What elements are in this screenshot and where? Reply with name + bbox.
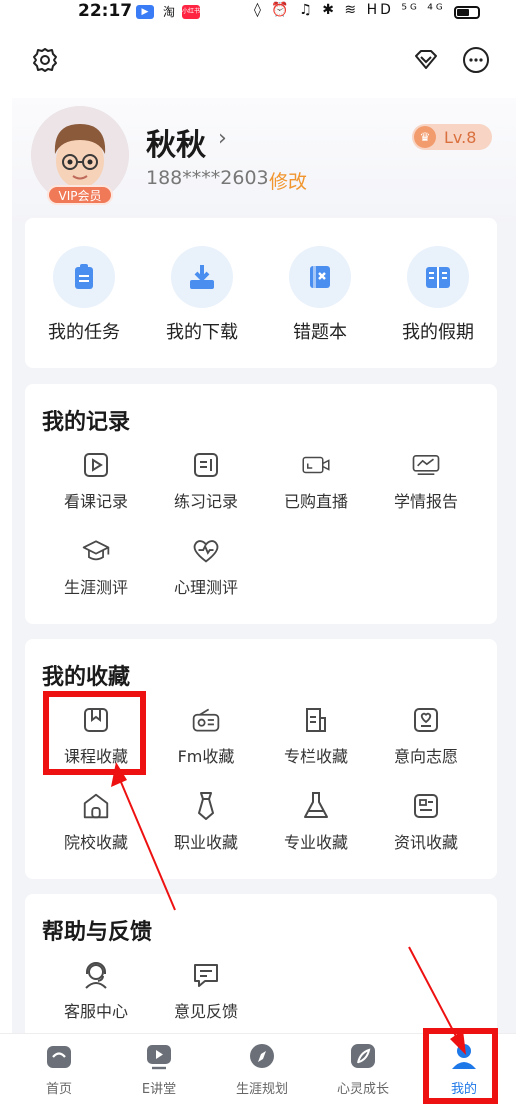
grid-label: 意见反馈 <box>173 1002 238 1021</box>
grid-label: 专栏收藏 <box>283 747 348 766</box>
tab-label: 心灵成长 <box>336 1082 389 1097</box>
grid-label: Fm收藏 <box>177 747 235 766</box>
help-item-feedback[interactable]: 意见反馈 <box>151 960 261 1022</box>
settings-gear-icon[interactable] <box>30 45 60 75</box>
grid-label: 专业收藏 <box>283 833 348 852</box>
grid-label: 心理测评 <box>173 578 238 597</box>
tie-icon <box>191 791 221 821</box>
quick-item-tasks[interactable]: 我的任务 <box>29 246 139 344</box>
school-icon <box>81 791 111 821</box>
battery-icon <box>454 6 480 19</box>
app-notification-icon: ▶ <box>136 5 154 19</box>
course-favorites-highlight <box>43 691 146 775</box>
chevron-right-icon[interactable]: › <box>218 126 227 151</box>
tab-e-lecture[interactable]: E讲堂 <box>109 1042 209 1097</box>
quick-label: 我的假期 <box>402 322 474 343</box>
records-item-career-test[interactable]: 生涯测评 <box>41 536 151 598</box>
vip-badge: VIP会员 <box>47 185 113 205</box>
tab-label: E讲堂 <box>141 1082 177 1097</box>
status-indicators: ◊ ⏰ ♫ ✱ ≋ HD ⁵ᴳ ⁴ᴳ <box>254 2 446 18</box>
holiday-book-icon <box>407 246 469 308</box>
grid-label: 客服中心 <box>63 1002 128 1021</box>
records-item-psych-test[interactable]: 心理测评 <box>151 536 261 598</box>
flask-icon <box>301 791 331 821</box>
tab-home[interactable]: 首页 <box>9 1042 109 1097</box>
records-item-purchased-live[interactable]: 已购直播 <box>261 450 371 512</box>
feedback-icon <box>191 960 221 990</box>
clipboard-icon <box>53 246 115 308</box>
xiaohongshu-notification-icon: 小红书 <box>182 5 200 19</box>
records-card: 我的记录 看课记录 练习记录 已购直播 学情报告 生涯测评 心理测评 <box>25 384 497 624</box>
heart-frame-icon <box>411 705 441 735</box>
grid-label: 学情报告 <box>393 492 458 511</box>
favorites-item-major[interactable]: 专业收藏 <box>261 791 371 853</box>
favorites-title: 我的收藏 <box>42 665 131 690</box>
news-icon <box>411 791 441 821</box>
message-bubble-icon[interactable] <box>461 45 491 75</box>
tab-label: 首页 <box>45 1082 72 1097</box>
live-camera-icon <box>301 450 331 480</box>
records-item-study-report[interactable]: 学情报告 <box>371 450 481 512</box>
leaf-icon <box>349 1042 377 1070</box>
favorites-item-column[interactable]: 专栏收藏 <box>261 705 371 767</box>
grid-label: 意向志愿 <box>393 747 458 766</box>
records-item-watch-history[interactable]: 看课记录 <box>41 450 151 512</box>
practice-icon <box>191 450 221 480</box>
home-icon <box>45 1042 73 1070</box>
tab-career-plan[interactable]: 生涯规划 <box>212 1042 312 1097</box>
help-title: 帮助与反馈 <box>42 920 153 945</box>
taobao-notification-icon: 淘 <box>162 5 175 19</box>
quick-item-holiday[interactable]: 我的假期 <box>383 246 493 344</box>
help-card: 帮助与反馈 客服中心 意见反馈 <box>25 894 497 1033</box>
grid-label: 已购直播 <box>283 492 348 511</box>
grid-label: 看课记录 <box>63 492 128 511</box>
wrong-book-icon <box>289 246 351 308</box>
grid-label: 资讯收藏 <box>393 833 458 852</box>
tab-label: 生涯规划 <box>235 1082 288 1097</box>
level-text: Lv.8 <box>444 127 477 147</box>
mine-tab-highlight <box>423 1028 498 1104</box>
records-title: 我的记录 <box>42 410 131 435</box>
status-time: 22:17 <box>78 1 133 21</box>
grid-label: 练习记录 <box>173 492 238 511</box>
favorites-item-career[interactable]: 职业收藏 <box>151 791 261 853</box>
favorites-item-school[interactable]: 院校收藏 <box>41 791 151 853</box>
favorites-item-intention[interactable]: 意向志愿 <box>371 705 481 767</box>
quick-actions-card: 我的任务 我的下载 错题本 我的假期 <box>25 218 497 368</box>
tab-mind-growth[interactable]: 心灵成长 <box>313 1042 413 1097</box>
diamond-vip-icon[interactable] <box>411 45 441 75</box>
grid-label: 生涯测评 <box>63 578 128 597</box>
graduation-cap-icon <box>81 536 111 566</box>
modify-link[interactable]: 修改 <box>269 167 307 194</box>
help-item-service[interactable]: 客服中心 <box>41 960 151 1022</box>
grid-label: 院校收藏 <box>63 833 128 852</box>
quick-label: 我的下载 <box>166 322 238 343</box>
level-badge[interactable]: ♛ Lv.8 <box>412 124 492 150</box>
radio-icon <box>191 705 221 735</box>
crown-icon: ♛ <box>414 126 436 148</box>
heart-pulse-icon <box>191 536 221 566</box>
compass-icon <box>248 1042 276 1070</box>
records-item-practice[interactable]: 练习记录 <box>151 450 261 512</box>
phone-number: 188****2603 <box>146 167 269 189</box>
report-monitor-icon <box>411 450 441 480</box>
grid-label: 职业收藏 <box>173 833 238 852</box>
video-icon <box>145 1042 173 1070</box>
status-bar: 22:17 ▶ 淘 小红书 ◊ ⏰ ♫ ✱ ≋ HD ⁵ᴳ ⁴ᴳ <box>0 0 516 26</box>
quick-label: 我的任务 <box>48 322 120 343</box>
quick-item-downloads[interactable]: 我的下载 <box>147 246 257 344</box>
headset-icon <box>81 960 111 990</box>
download-icon <box>171 246 233 308</box>
favorites-item-news[interactable]: 资讯收藏 <box>371 791 481 853</box>
quick-label: 错题本 <box>293 322 347 343</box>
column-doc-icon <box>301 705 331 735</box>
play-record-icon <box>81 450 111 480</box>
quick-item-wrong-book[interactable]: 错题本 <box>265 246 375 344</box>
favorites-item-fm[interactable]: Fm收藏 <box>151 705 261 767</box>
user-name[interactable]: 秋秋 <box>146 120 206 164</box>
